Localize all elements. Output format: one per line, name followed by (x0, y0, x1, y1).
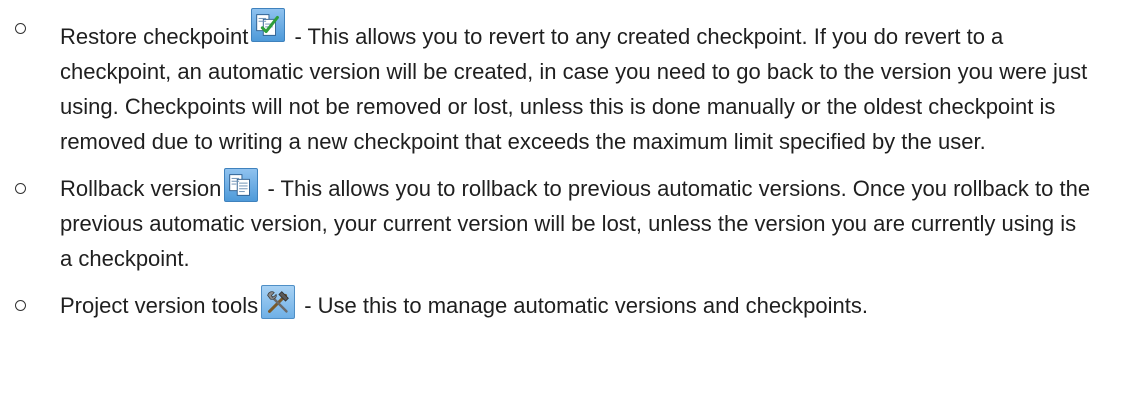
restore-checkpoint-icon (251, 8, 286, 42)
bullet-list: Restore checkpoint - This allows you to … (0, 8, 1124, 323)
item-description: - Use this to manage automatic versions … (298, 293, 868, 318)
list-item-restore-checkpoint: Restore checkpoint - This allows you to … (0, 8, 1124, 159)
item-label: Rollback version (60, 176, 222, 201)
bullet-circle-icon (14, 183, 26, 194)
bullet-circle-icon (14, 23, 26, 34)
list-item-project-version-tools: Project version tools - Use this to mana… (0, 285, 1124, 323)
item-label: Project version tools (60, 293, 259, 318)
bullet-marker (8, 168, 32, 203)
project-version-tools-icon (261, 285, 296, 319)
rollback-version-icon (224, 168, 259, 202)
document-page: Restore checkpoint - This allows you to … (0, 0, 1124, 411)
bullet-marker (8, 285, 32, 320)
list-item-rollback-version: Rollback version - This allows you to ro… (0, 168, 1124, 276)
bullet-circle-icon (14, 300, 26, 311)
bullet-marker (8, 8, 32, 43)
item-label: Restore checkpoint (60, 24, 249, 49)
